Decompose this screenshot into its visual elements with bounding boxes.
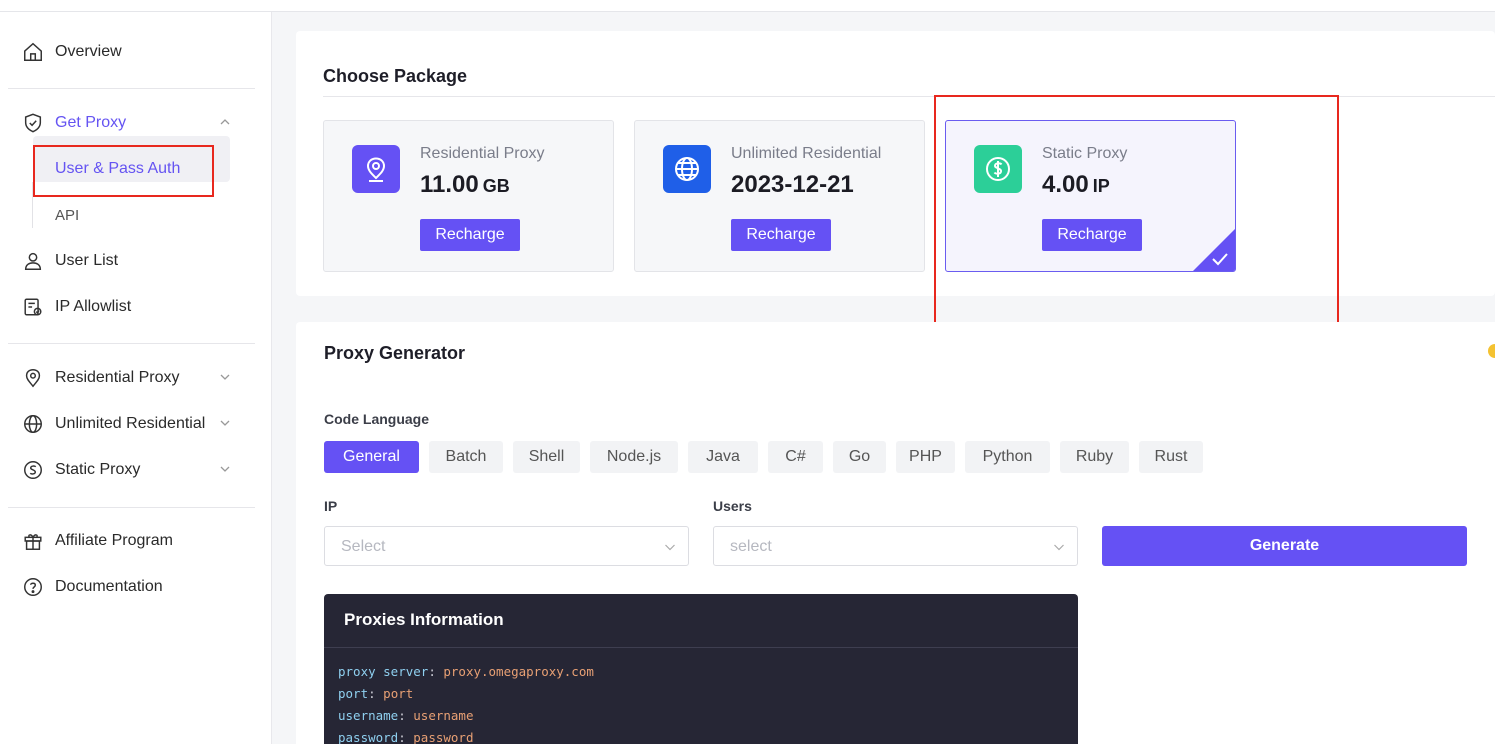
chevron-down-icon <box>1054 544 1064 551</box>
colon: : <box>428 664 444 679</box>
sidebar-divider <box>8 88 255 89</box>
sidebar-item-documentation[interactable]: Documentation <box>0 567 255 607</box>
dollar-coin-icon <box>24 461 42 479</box>
sidebar-item-label: Residential Proxy <box>55 369 180 386</box>
info-key: username <box>338 708 399 723</box>
sidebar-item-label: Documentation <box>55 578 163 595</box>
sidebar-item-unlimited-residential[interactable]: Unlimited Residential <box>0 404 255 444</box>
info-value: port <box>383 686 414 701</box>
info-line-proxy-server: proxy server: proxy.omegaproxy.com <box>338 664 594 679</box>
users-select[interactable]: select <box>713 526 1078 566</box>
top-bar <box>0 0 1495 12</box>
chevron-up-icon <box>220 119 230 125</box>
tab-nodejs[interactable]: Node.js <box>590 441 678 473</box>
chevron-down-icon <box>220 374 230 380</box>
sidebar-item-label: User List <box>55 252 119 269</box>
proxies-information-panel: Proxies Information proxy server: proxy.… <box>324 594 1078 744</box>
sidebar-item-label: IP Allowlist <box>55 298 132 315</box>
sidebar-item-label: Affiliate Program <box>55 532 173 549</box>
package-card-unlimited[interactable]: Unlimited Residential 2023-12-21 Recharg… <box>634 120 925 272</box>
code-language-label: Code Language <box>324 411 430 427</box>
package-name: Unlimited Residential <box>731 145 882 162</box>
sidebar-item-affiliate-program[interactable]: Affiliate Program <box>0 521 255 561</box>
colon: : <box>368 686 384 701</box>
sidebar-item-label: Static Proxy <box>55 461 141 478</box>
user-icon <box>24 252 42 270</box>
tab-php[interactable]: PHP <box>896 441 955 473</box>
package-card-residential[interactable]: Residential Proxy 11.00 GB Recharge <box>323 120 614 272</box>
sidebar-item-overview[interactable]: Overview <box>0 32 255 72</box>
choose-package-title: Choose Package <box>323 66 468 86</box>
ip-label: IP <box>324 498 338 514</box>
info-line-password: password: password <box>338 730 474 744</box>
ip-select-placeholder: Select <box>341 538 386 555</box>
info-value: password <box>413 730 474 744</box>
tab-rust[interactable]: Rust <box>1139 441 1203 473</box>
checklist-icon <box>24 298 42 316</box>
info-key: proxy server <box>338 664 429 679</box>
sidebar-item-residential-proxy[interactable]: Residential Proxy <box>0 358 255 398</box>
tab-ruby[interactable]: Ruby <box>1060 441 1129 473</box>
info-line-port: port: port <box>338 686 413 701</box>
info-value: username <box>413 708 474 723</box>
highlight-box <box>33 145 214 197</box>
tab-csharp[interactable]: C# <box>768 441 823 473</box>
globe-icon <box>663 145 711 193</box>
tab-shell[interactable]: Shell <box>513 441 580 473</box>
package-amount: 11.00 <box>420 171 479 198</box>
sidebar-item-user-list[interactable]: User List <box>0 241 255 281</box>
sidebar-item-static-proxy[interactable]: Static Proxy <box>0 450 255 490</box>
package-value: 2023-12-21 <box>731 171 854 199</box>
chevron-down-icon <box>665 544 675 551</box>
tab-batch[interactable]: Batch <box>429 441 503 473</box>
globe-icon <box>24 415 42 433</box>
chevron-down-icon <box>220 420 230 426</box>
tab-java[interactable]: Java <box>688 441 758 473</box>
proxy-generator-title: Proxy Generator <box>324 343 466 363</box>
home-icon <box>24 42 42 61</box>
recharge-button[interactable]: Recharge <box>731 219 831 251</box>
sidebar-item-label: Overview <box>55 43 122 60</box>
location-pin-icon <box>25 369 41 388</box>
info-key: port <box>338 686 369 701</box>
highlight-box <box>934 95 1339 347</box>
tab-python[interactable]: Python <box>965 441 1050 473</box>
panel-divider <box>324 647 1078 648</box>
chevron-down-icon <box>220 466 230 472</box>
info-key: password <box>338 730 399 744</box>
package-value: 11.00 GB <box>420 171 510 199</box>
users-label: Users <box>713 498 752 514</box>
help-icon[interactable] <box>1488 344 1495 358</box>
info-line-username: username: username <box>338 708 474 723</box>
package-unit: GB <box>482 176 510 196</box>
sidebar-item-label: Unlimited Residential <box>55 415 206 432</box>
package-amount: 2023-12-21 <box>731 171 854 198</box>
sidebar-item-label: Get Proxy <box>55 114 127 131</box>
colon: : <box>398 730 414 744</box>
gift-icon <box>24 534 42 550</box>
shield-check-icon <box>24 113 42 133</box>
tab-general[interactable]: General <box>324 441 419 473</box>
sidebar-divider <box>8 343 255 344</box>
package-name: Residential Proxy <box>420 145 545 162</box>
recharge-button[interactable]: Recharge <box>420 219 520 251</box>
location-pin-icon <box>352 145 400 193</box>
info-value: proxy.omegaproxy.com <box>443 664 594 679</box>
sidebar-divider <box>8 507 255 508</box>
users-select-placeholder: select <box>730 538 772 555</box>
proxies-information-title: Proxies Information <box>344 610 504 629</box>
help-circle-icon <box>24 578 42 596</box>
ip-select[interactable]: Select <box>324 526 689 566</box>
generate-button[interactable]: Generate <box>1102 526 1467 566</box>
tab-go[interactable]: Go <box>833 441 886 473</box>
colon: : <box>398 708 414 723</box>
sidebar-item-ip-allowlist[interactable]: IP Allowlist <box>0 287 255 327</box>
sidebar-subitem-api[interactable]: API <box>55 207 79 224</box>
